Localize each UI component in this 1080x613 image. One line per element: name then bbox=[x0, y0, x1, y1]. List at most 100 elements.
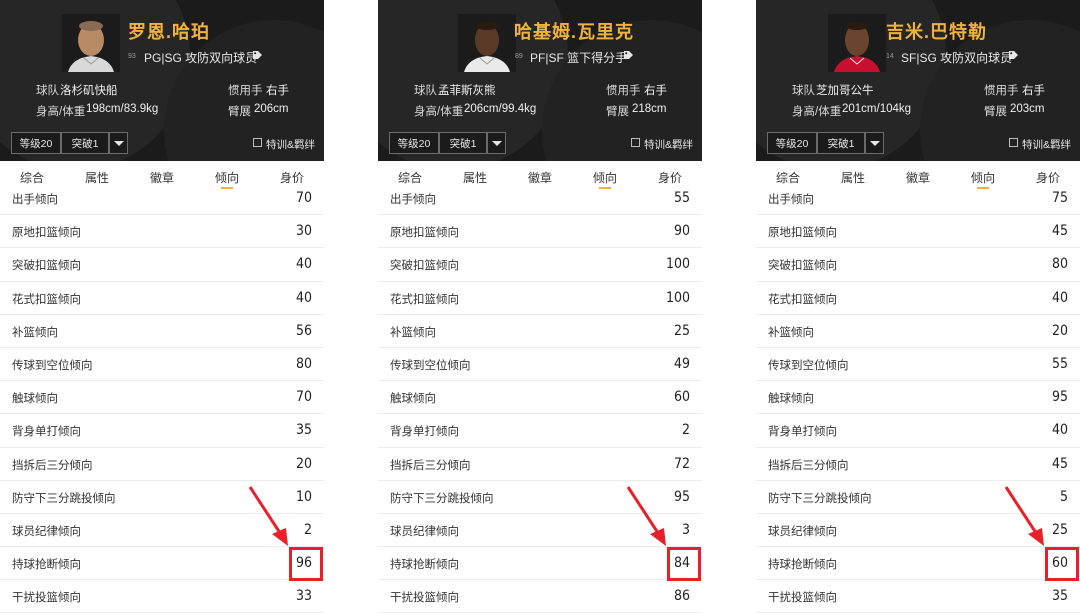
training-checkbox[interactable] bbox=[253, 138, 262, 147]
tendency-label: 背身单打倾向 bbox=[12, 426, 81, 439]
tendency-value: 75 bbox=[1051, 190, 1068, 206]
tendency-value: 55 bbox=[1051, 355, 1068, 372]
tendency-row: 背身单打倾向 35 bbox=[0, 414, 324, 448]
hand-label: 惯用手 bbox=[228, 85, 263, 97]
tendency-row: 原地扣篮倾向 30 bbox=[0, 215, 324, 249]
breakthrough-dropdown[interactable]: 突破1 bbox=[61, 132, 109, 154]
highlight-box bbox=[289, 547, 323, 581]
wingspan-value: 218cm bbox=[632, 103, 667, 115]
tendency-label: 补篮倾向 bbox=[768, 326, 814, 339]
hand-label: 惯用手 bbox=[984, 85, 1019, 97]
tendency-label: 出手倾向 bbox=[768, 194, 814, 206]
height-weight-value: 198cm/83.9kg bbox=[86, 103, 159, 115]
tendency-label: 出手倾向 bbox=[390, 194, 436, 206]
tag-icon[interactable] bbox=[252, 50, 263, 60]
chevron-down-icon[interactable] bbox=[109, 132, 128, 154]
tendency-row: 原地扣篮倾向 45 bbox=[756, 215, 1080, 249]
hand-value: 右手 bbox=[266, 85, 289, 97]
tendency-label: 原地扣篮倾向 bbox=[390, 227, 459, 240]
tendency-value: 35 bbox=[295, 422, 312, 439]
tendency-label: 补篮倾向 bbox=[390, 326, 436, 339]
hand-value: 右手 bbox=[644, 85, 667, 97]
tendency-value: 95 bbox=[673, 488, 690, 505]
tendency-row: 突破扣篮倾向 40 bbox=[0, 248, 324, 282]
tendency-row: 花式扣篮倾向 100 bbox=[378, 282, 702, 315]
tendency-row: 触球倾向 70 bbox=[0, 381, 324, 415]
highlight-box bbox=[667, 547, 701, 581]
tendency-row: 补篮倾向 20 bbox=[756, 315, 1080, 348]
tendency-label: 防守下三分跳投倾向 bbox=[768, 492, 872, 505]
training-checkbox-label: 特训&羁绊 bbox=[644, 139, 694, 151]
tendency-label: 持球抢断倾向 bbox=[390, 559, 459, 572]
tendency-label: 挡拆后三分倾向 bbox=[12, 459, 93, 472]
tendency-label: 持球抢断倾向 bbox=[768, 559, 837, 572]
chevron-down-icon[interactable] bbox=[865, 132, 884, 154]
tendency-label: 出手倾向 bbox=[12, 194, 58, 206]
tendency-value: 33 bbox=[295, 588, 312, 605]
team-label: 球队 bbox=[414, 85, 437, 97]
tendency-label: 球员纪律倾向 bbox=[12, 525, 81, 538]
team-value: 孟菲斯灰熊 bbox=[438, 85, 496, 97]
tendency-row: 突破扣篮倾向 100 bbox=[378, 248, 702, 282]
tendency-label: 触球倾向 bbox=[768, 393, 814, 406]
tendency-value: 10 bbox=[295, 488, 312, 505]
player-name: 哈基姆.瓦里克 bbox=[514, 22, 635, 42]
player-avatar bbox=[828, 14, 886, 72]
tendency-row: 触球倾向 60 bbox=[378, 381, 702, 415]
tendency-value: 49 bbox=[673, 355, 690, 372]
tendency-row: 持球抢断倾向 84 bbox=[378, 547, 702, 581]
tag-icon[interactable] bbox=[1008, 50, 1019, 60]
highlight-box bbox=[1045, 547, 1079, 581]
tendency-label: 突破扣篮倾向 bbox=[390, 260, 459, 273]
tendency-value: 70 bbox=[295, 190, 312, 206]
tendency-row: 干扰投篮倾向 35 bbox=[756, 580, 1080, 613]
tendency-row: 花式扣篮倾向 40 bbox=[0, 282, 324, 315]
hand-value: 右手 bbox=[1022, 85, 1045, 97]
level-dropdown[interactable]: 等级20 bbox=[389, 132, 439, 154]
tendency-row: 补篮倾向 56 bbox=[0, 315, 324, 348]
training-checkbox[interactable] bbox=[631, 138, 640, 147]
training-checkbox[interactable] bbox=[1009, 138, 1018, 147]
player-avatar bbox=[62, 14, 120, 72]
tendency-value: 100 bbox=[665, 256, 690, 273]
tendency-label: 补篮倾向 bbox=[12, 326, 58, 339]
tag-icon[interactable] bbox=[623, 50, 634, 60]
tendency-value: 80 bbox=[295, 355, 312, 372]
breakthrough-dropdown[interactable]: 突破1 bbox=[817, 132, 865, 154]
tendency-value: 25 bbox=[1051, 521, 1068, 538]
player-avatar bbox=[458, 14, 516, 72]
height-weight-label: 身高/体重 bbox=[36, 106, 86, 118]
level-dropdown[interactable]: 等级20 bbox=[11, 132, 61, 154]
tendency-value: 40 bbox=[295, 289, 312, 306]
team-label: 球队 bbox=[36, 85, 59, 97]
tendency-value: 80 bbox=[1051, 256, 1068, 273]
tendency-label: 干扰投篮倾向 bbox=[768, 592, 837, 605]
tendency-value: 20 bbox=[295, 455, 312, 472]
tendency-label: 花式扣篮倾向 bbox=[390, 293, 459, 306]
tendency-value: 40 bbox=[1051, 422, 1068, 439]
tendency-row: 触球倾向 95 bbox=[756, 381, 1080, 415]
tendency-label: 花式扣篮倾向 bbox=[768, 293, 837, 306]
tendency-value: 35 bbox=[1051, 588, 1068, 605]
team-value: 洛杉矶快船 bbox=[60, 85, 118, 97]
tendency-row: 出手倾向 70 bbox=[0, 182, 324, 216]
tendency-row: 突破扣篮倾向 80 bbox=[756, 248, 1080, 282]
tendency-row: 传球到空位倾向 49 bbox=[378, 348, 702, 382]
chevron-down-icon[interactable] bbox=[487, 132, 506, 154]
tendency-value: 86 bbox=[673, 588, 690, 605]
tendency-label: 挡拆后三分倾向 bbox=[768, 459, 849, 472]
tendency-value: 20 bbox=[1051, 322, 1068, 339]
tendency-list: 出手倾向 55 原地扣篮倾向 90 突破扣篮倾向 100 花式扣篮倾向 100 补篮倾向 25 传球… bbox=[378, 182, 702, 613]
tendency-value: 5 bbox=[1059, 488, 1068, 505]
breakthrough-dropdown[interactable]: 突破1 bbox=[439, 132, 487, 154]
tendency-row: 出手倾向 55 bbox=[378, 182, 702, 216]
tendency-label: 防守下三分跳投倾向 bbox=[12, 492, 116, 505]
tendency-value: 56 bbox=[295, 322, 312, 339]
level-dropdown[interactable]: 等级20 bbox=[767, 132, 817, 154]
player-header: 吉米.巴特勒 14 SF|SG 攻防双向球员 球队 芝加哥公牛 惯用手 右手 身… bbox=[756, 0, 1080, 161]
jersey-number: 93 bbox=[128, 53, 136, 60]
height-weight-value: 201cm/104kg bbox=[842, 103, 912, 115]
tendency-row: 挡拆后三分倾向 72 bbox=[378, 448, 702, 481]
tendency-value: 2 bbox=[303, 521, 312, 538]
tendency-label: 传球到空位倾向 bbox=[390, 359, 471, 372]
